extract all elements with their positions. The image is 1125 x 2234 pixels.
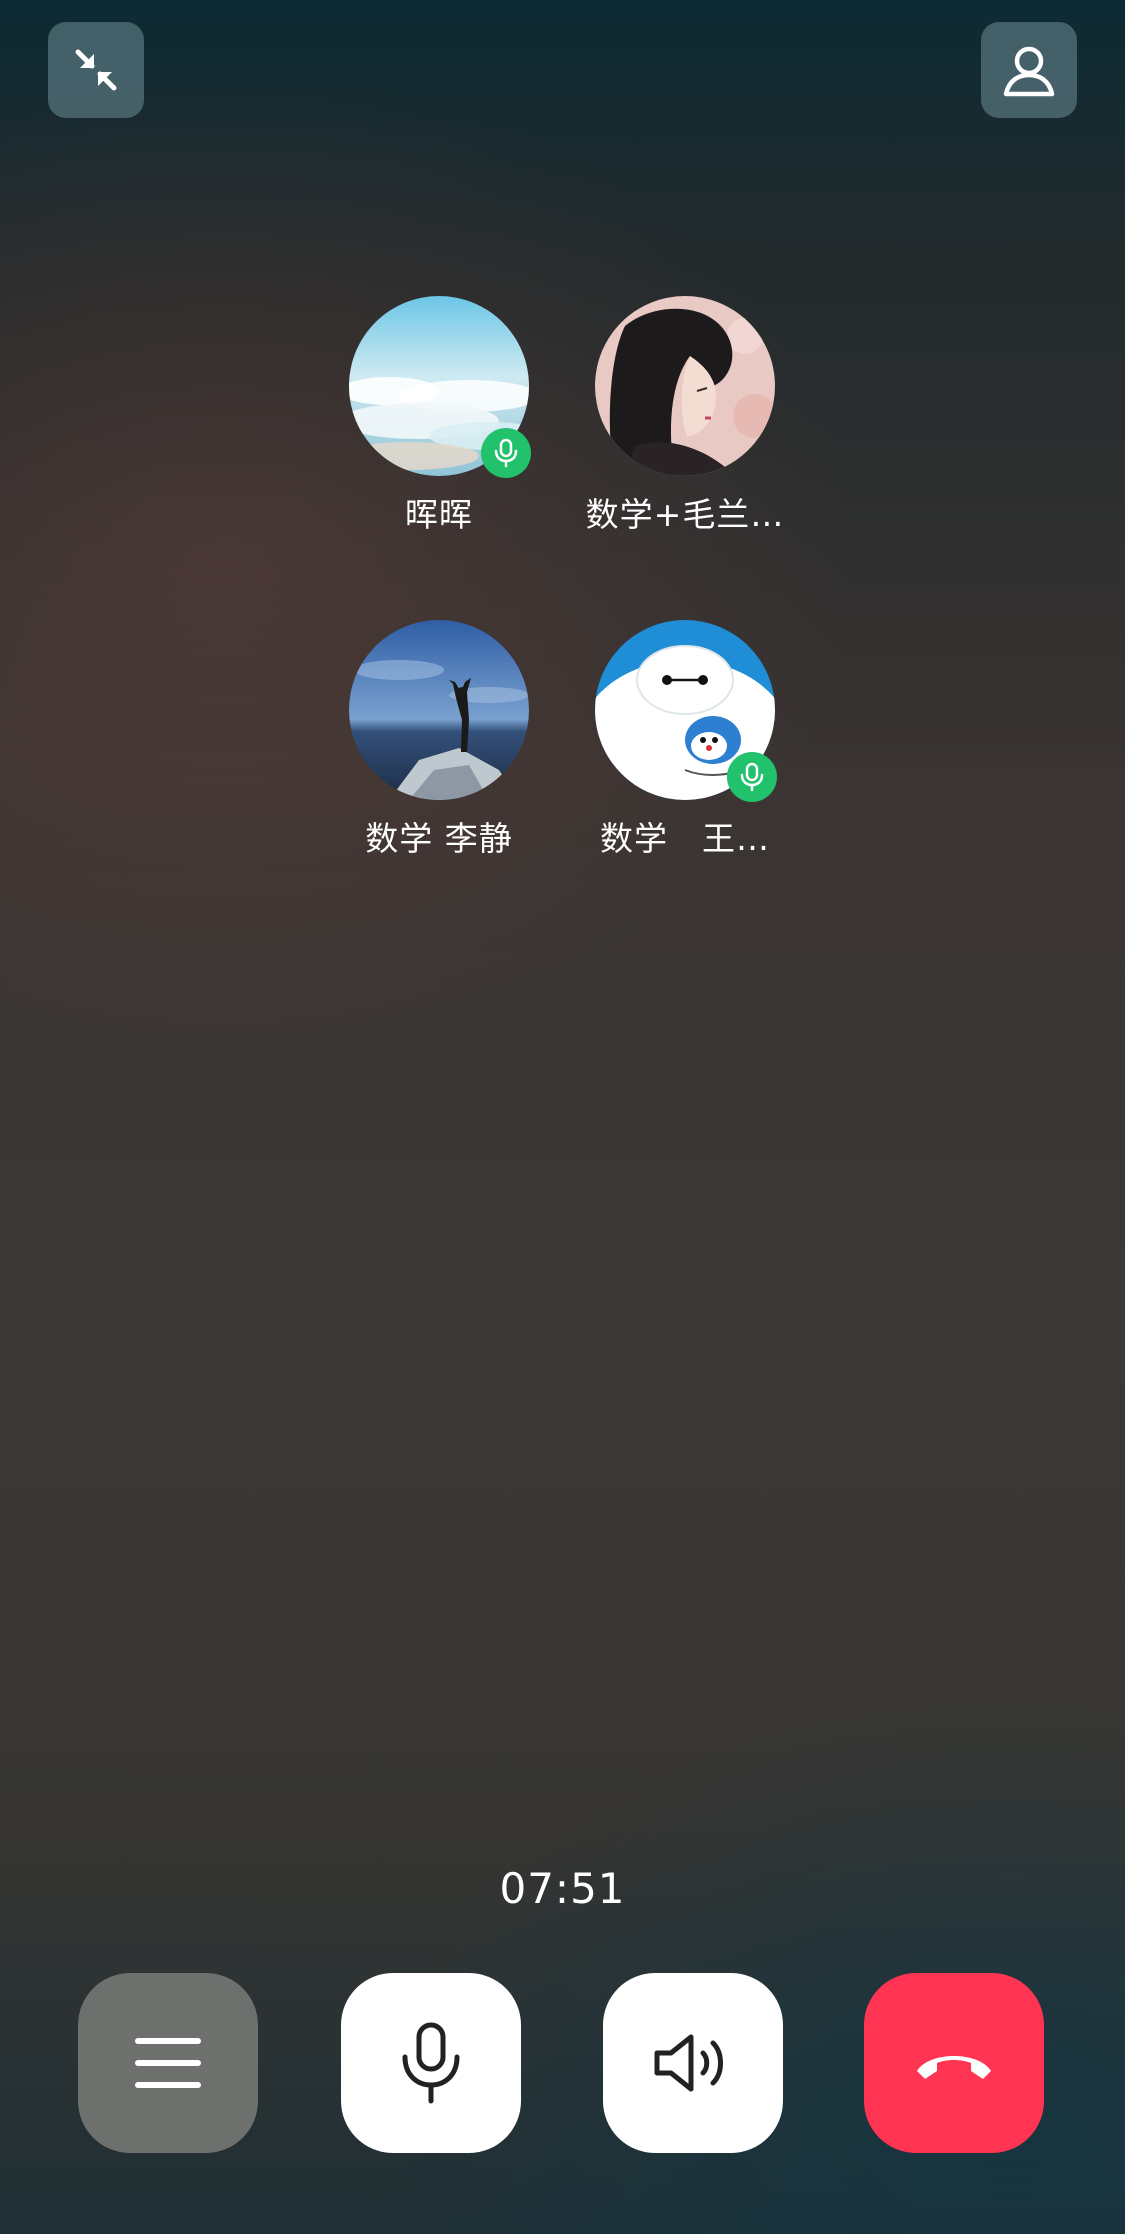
microphone-icon bbox=[402, 2022, 460, 2104]
participant-name: 数学 李静 bbox=[365, 819, 513, 858]
call-duration: 07:51 bbox=[499, 1864, 626, 1913]
hang-up-button[interactable] bbox=[864, 1973, 1044, 2153]
speaker-button[interactable] bbox=[603, 1973, 783, 2153]
hamburger-menu-icon bbox=[135, 2038, 201, 2088]
participant-card[interactable]: 数学 王… bbox=[565, 620, 805, 860]
avatar bbox=[349, 296, 531, 478]
microphone-icon bbox=[740, 762, 764, 792]
participant-card[interactable]: 数学+毛兰… bbox=[565, 296, 805, 536]
minimize-arrows-icon bbox=[75, 49, 117, 91]
minimize-button[interactable] bbox=[48, 22, 144, 118]
avatar bbox=[349, 620, 529, 800]
microphone-icon bbox=[494, 438, 518, 468]
person-icon bbox=[1003, 46, 1055, 97]
avatar bbox=[595, 296, 775, 476]
hang-up-phone-icon bbox=[917, 2056, 991, 2079]
participant-card[interactable]: 晖晖 bbox=[319, 296, 559, 536]
participant-name: 数学+毛兰… bbox=[585, 495, 785, 534]
speaking-mic-badge bbox=[481, 428, 531, 478]
participant-card[interactable]: 数学 李静 bbox=[319, 620, 559, 860]
menu-button[interactable] bbox=[78, 1973, 258, 2153]
speaker-icon bbox=[654, 2034, 723, 2092]
avatar bbox=[595, 620, 777, 802]
speaking-mic-badge bbox=[727, 752, 777, 802]
mute-mic-button[interactable] bbox=[341, 1973, 521, 2153]
participant-name: 晖晖 bbox=[405, 495, 473, 534]
participant-name: 数学 王… bbox=[600, 819, 770, 858]
add-member-button[interactable] bbox=[981, 22, 1077, 118]
